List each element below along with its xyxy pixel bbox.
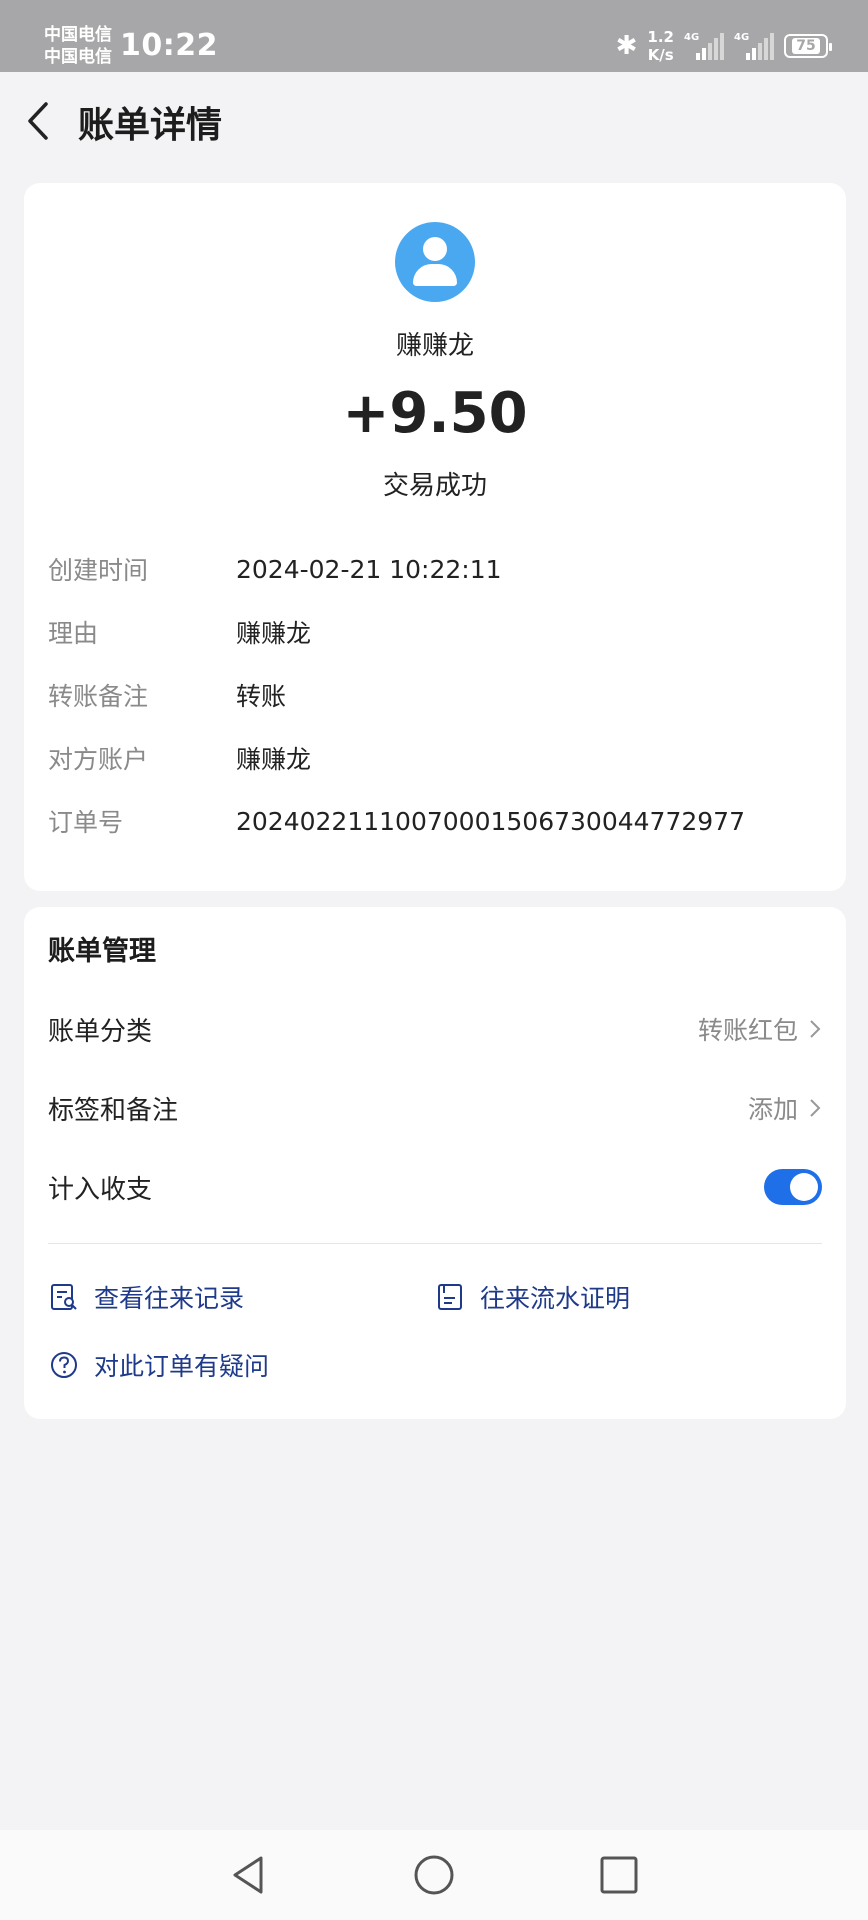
bill-category-row[interactable]: 账单分类 转账红包 bbox=[48, 1004, 822, 1054]
signal-icon-1: 4G bbox=[684, 32, 724, 60]
detail-label: 订单号 bbox=[48, 808, 124, 837]
system-navigation-bar bbox=[0, 1830, 868, 1920]
bill-category-value: 转账红包 bbox=[697, 1016, 798, 1045]
back-arrow-icon[interactable] bbox=[24, 98, 54, 144]
question-circle-icon bbox=[51, 1352, 77, 1378]
view-records-link[interactable]: 查看往来记录 bbox=[48, 1277, 244, 1317]
detail-row-transfer-note: 转账备注 转账 bbox=[48, 675, 286, 715]
count-in-budget-label: 计入收支 bbox=[48, 1174, 153, 1205]
document-icon bbox=[438, 1284, 462, 1310]
counterparty-name: 赚赚龙 bbox=[395, 331, 474, 361]
carrier-labels: 中国电信 中国电信 bbox=[44, 24, 112, 68]
signal-icon-2: 4G bbox=[734, 32, 774, 60]
tags-notes-value: 添加 bbox=[747, 1095, 798, 1124]
order-question-label: 对此订单有疑问 bbox=[94, 1352, 270, 1381]
speed-unit: K/s bbox=[647, 46, 674, 64]
order-question-link[interactable]: 对此订单有疑问 bbox=[48, 1345, 269, 1385]
section-title: 账单管理 bbox=[48, 936, 156, 967]
count-in-budget-row: 计入收支 bbox=[48, 1162, 822, 1212]
transaction-proof-label: 往来流水证明 bbox=[480, 1284, 631, 1313]
detail-label: 对方账户 bbox=[48, 745, 149, 774]
detail-value: 转账 bbox=[236, 682, 287, 711]
detail-label: 创建时间 bbox=[48, 556, 149, 585]
carrier-2: 中国电信 bbox=[44, 47, 112, 67]
network-type-2: 4G bbox=[734, 32, 750, 43]
view-records-label: 查看往来记录 bbox=[94, 1284, 245, 1313]
detail-label: 理由 bbox=[48, 619, 99, 648]
carrier-1: 中国电信 bbox=[44, 25, 112, 45]
network-speed: 1.2 K/s bbox=[647, 28, 674, 64]
status-time: 10:22 bbox=[120, 28, 218, 63]
battery-icon: 75 bbox=[784, 34, 832, 58]
bill-category-label: 账单分类 bbox=[48, 1016, 153, 1047]
bluetooth-icon: ✱ bbox=[615, 31, 638, 61]
transaction-amount: +9.50 bbox=[342, 381, 528, 446]
nav-back-triangle-icon[interactable] bbox=[225, 1852, 271, 1898]
tags-notes-row[interactable]: 标签和备注 添加 bbox=[48, 1083, 822, 1133]
status-indicators: ✱ 1.2 K/s 4G 4G 75 bbox=[615, 26, 832, 66]
nav-recents-square-icon[interactable] bbox=[596, 1852, 642, 1898]
transaction-status: 交易成功 bbox=[382, 471, 487, 501]
status-bar: 中国电信 中国电信 10:22 ✱ 1.2 K/s 4G 4G 75 bbox=[0, 0, 868, 72]
battery-level: 75 bbox=[792, 38, 820, 54]
count-in-budget-toggle[interactable] bbox=[764, 1169, 822, 1205]
detail-row-created-time: 创建时间 2024-02-21 10:22:11 bbox=[48, 549, 502, 589]
transaction-card: 赚赚龙 +9.50 交易成功 创建时间 2024-02-21 10:22:11 … bbox=[24, 183, 846, 891]
detail-label: 转账备注 bbox=[48, 682, 149, 711]
nav-home-circle-icon[interactable] bbox=[411, 1852, 457, 1898]
speed-value: 1.2 bbox=[647, 28, 674, 46]
detail-row-order-number: 订单号 20240221110070001506730044772977 bbox=[48, 801, 745, 841]
detail-row-reason: 理由 赚赚龙 bbox=[48, 612, 311, 652]
detail-row-counterparty-account: 对方账户 赚赚龙 bbox=[48, 738, 311, 778]
chevron-right-icon bbox=[810, 1020, 821, 1038]
detail-value: 赚赚龙 bbox=[236, 745, 312, 774]
transaction-proof-link[interactable]: 往来流水证明 bbox=[434, 1277, 630, 1317]
detail-value[interactable]: 20240221110070001506730044772977 bbox=[236, 807, 745, 836]
bill-management-card: 账单管理 账单分类 转账红包 标签和备注 添加 计入收支 查看往来记录 往来流水… bbox=[24, 907, 846, 1419]
chevron-right-icon bbox=[810, 1099, 821, 1117]
page-title: 账单详情 bbox=[78, 105, 223, 146]
divider bbox=[48, 1243, 822, 1244]
detail-value: 2024-02-21 10:22:11 bbox=[236, 554, 502, 584]
detail-value: 赚赚龙 bbox=[236, 619, 312, 648]
page-header: 账单详情 bbox=[0, 72, 868, 170]
tags-notes-label: 标签和备注 bbox=[48, 1095, 179, 1126]
records-search-icon bbox=[51, 1284, 77, 1310]
user-avatar-icon bbox=[395, 222, 475, 302]
network-type-1: 4G bbox=[684, 32, 700, 43]
